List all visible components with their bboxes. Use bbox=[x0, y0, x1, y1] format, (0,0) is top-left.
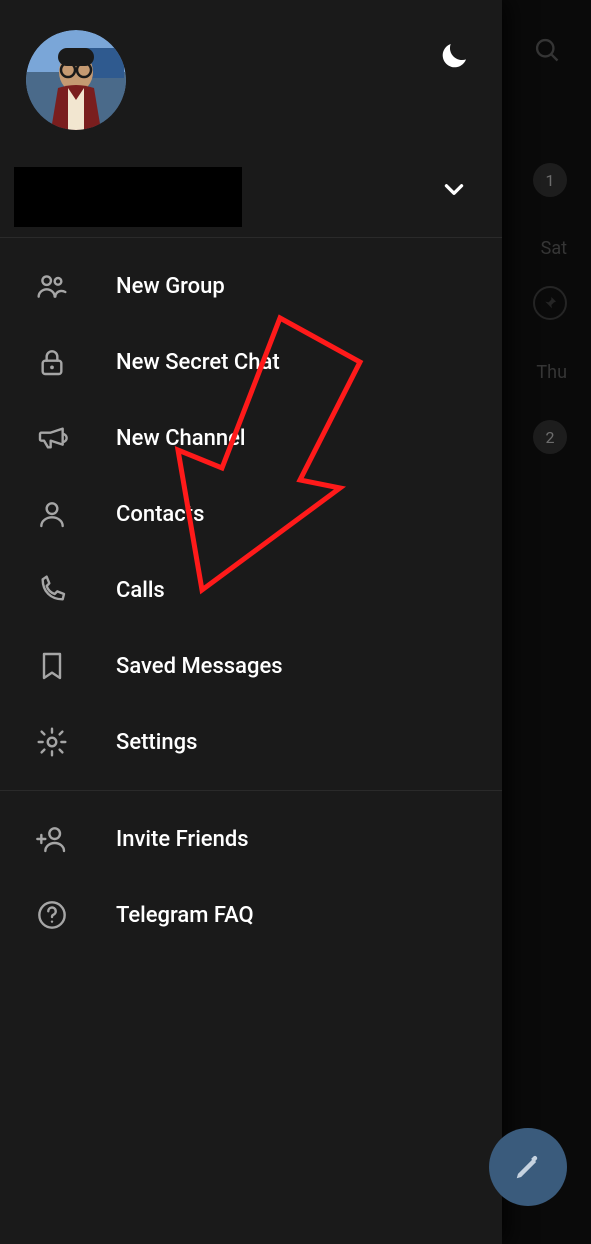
menu-contacts[interactable]: Contacts bbox=[0, 476, 502, 552]
menu-label: Telegram FAQ bbox=[116, 903, 254, 928]
drawer-header bbox=[0, 0, 502, 237]
menu-label: Contacts bbox=[116, 502, 204, 527]
bookmark-icon bbox=[34, 648, 70, 684]
menu-new-group[interactable]: New Group bbox=[0, 248, 502, 324]
avatar[interactable] bbox=[26, 30, 126, 130]
menu-label: Calls bbox=[116, 578, 165, 603]
menu-label: New Group bbox=[116, 274, 225, 299]
lock-icon bbox=[34, 344, 70, 380]
menu-invite-friends[interactable]: Invite Friends bbox=[0, 801, 502, 877]
help-icon bbox=[34, 897, 70, 933]
navigation-drawer: New Group New Secret Chat New Channel Co… bbox=[0, 0, 502, 1244]
phone-icon bbox=[34, 572, 70, 608]
menu-calls[interactable]: Calls bbox=[0, 552, 502, 628]
menu-label: Invite Friends bbox=[116, 827, 249, 852]
menu-label: New Secret Chat bbox=[116, 350, 280, 375]
menu-new-channel[interactable]: New Channel bbox=[0, 400, 502, 476]
gear-icon bbox=[34, 724, 70, 760]
group-icon bbox=[34, 268, 70, 304]
account-switcher-toggle[interactable] bbox=[434, 169, 474, 209]
menu-label: Settings bbox=[116, 730, 197, 755]
menu-telegram-faq[interactable]: Telegram FAQ bbox=[0, 877, 502, 953]
menu-settings[interactable]: Settings bbox=[0, 704, 502, 780]
account-name-redacted bbox=[14, 167, 242, 227]
menu-label: New Channel bbox=[116, 426, 246, 451]
compose-fab[interactable] bbox=[489, 1128, 567, 1206]
menu-new-secret-chat[interactable]: New Secret Chat bbox=[0, 324, 502, 400]
person-add-icon bbox=[34, 821, 70, 857]
menu-label: Saved Messages bbox=[116, 654, 283, 679]
person-icon bbox=[34, 496, 70, 532]
night-mode-toggle[interactable] bbox=[434, 36, 474, 76]
megaphone-icon bbox=[34, 420, 70, 456]
menu-saved-messages[interactable]: Saved Messages bbox=[0, 628, 502, 704]
